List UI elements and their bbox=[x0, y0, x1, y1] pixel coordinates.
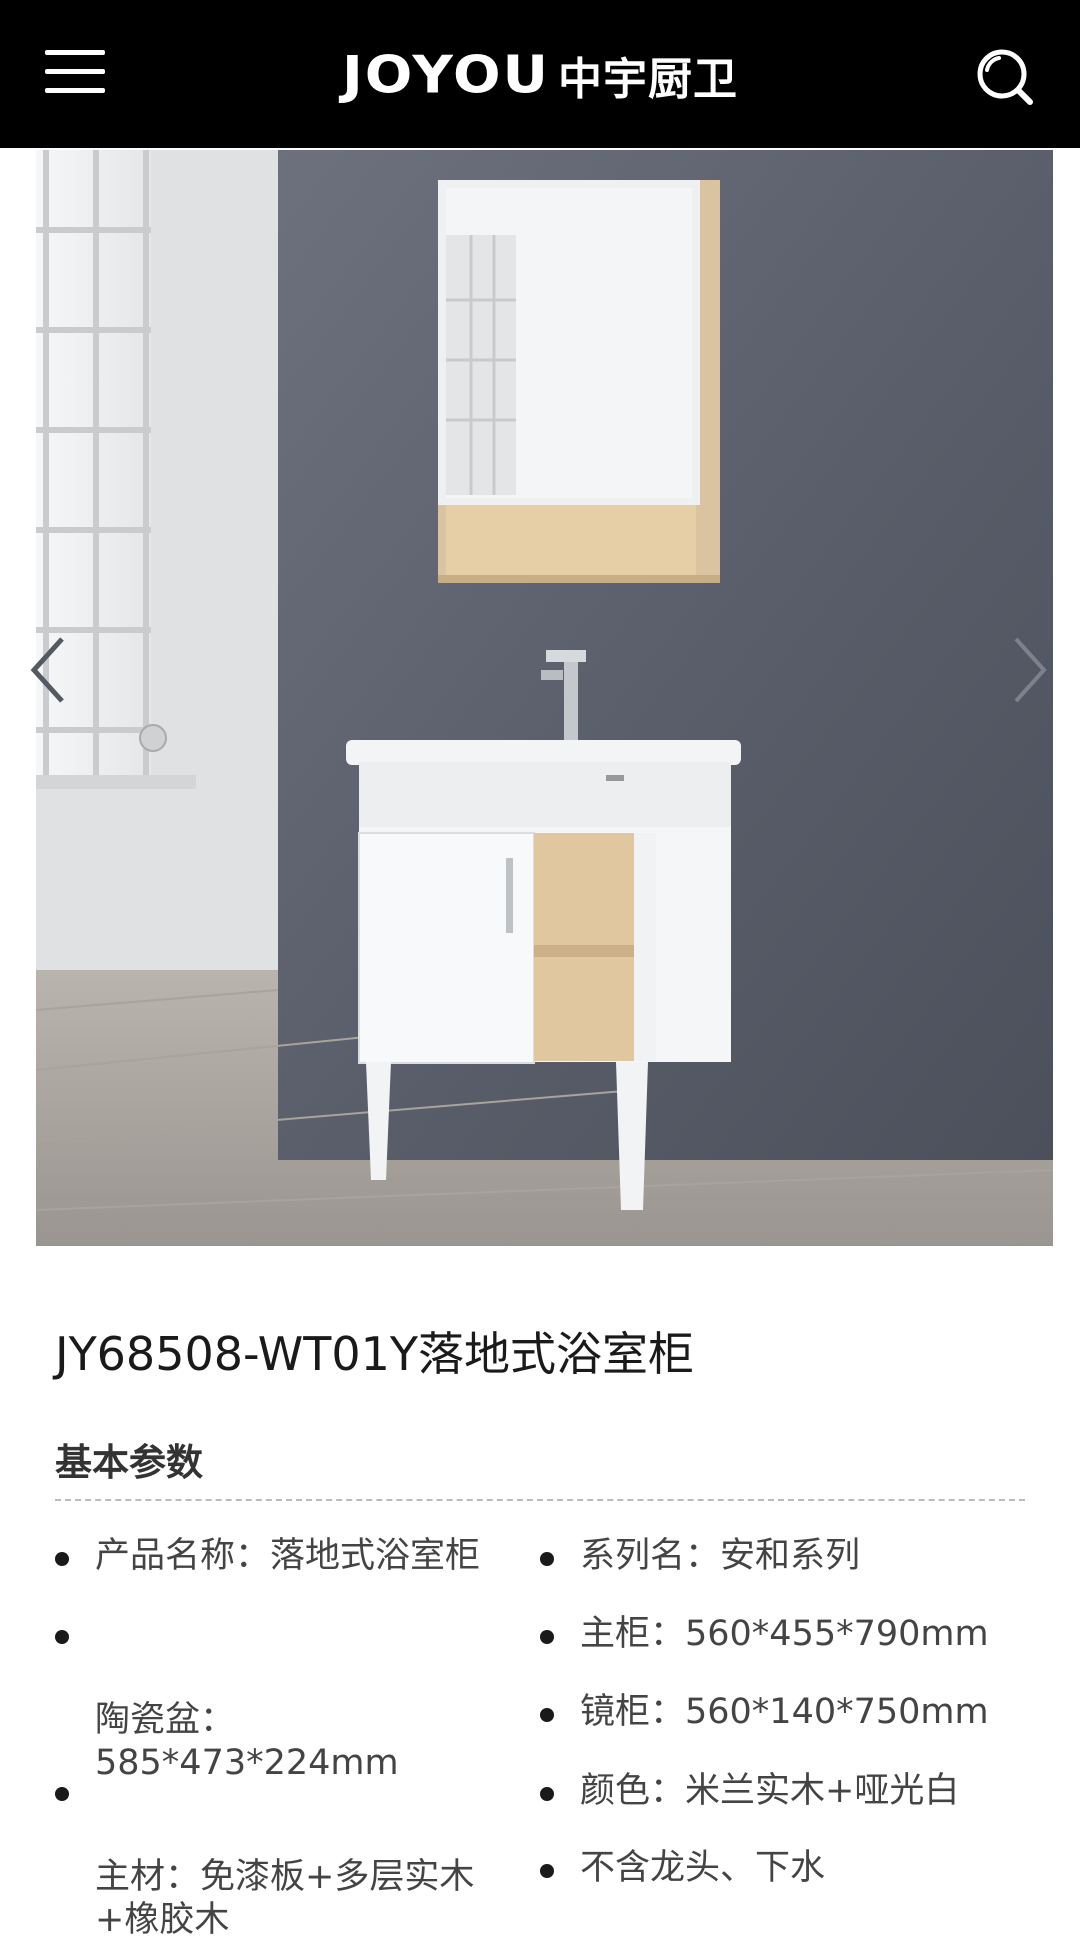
bullet-icon bbox=[540, 1552, 554, 1566]
specs-section-title: 基本参数 bbox=[55, 1441, 203, 1484]
section-divider bbox=[55, 1499, 1025, 1501]
spec-item: 颜色：米兰实木+哑光白 bbox=[540, 1770, 1080, 1813]
spec-item: 不含龙头、下水 bbox=[540, 1847, 1080, 1890]
bullet-icon bbox=[55, 1630, 69, 1644]
brand-name-cn: 中宇厨卫 bbox=[558, 54, 739, 105]
spec-text: 主柜：560*455*790mm bbox=[580, 1614, 989, 1654]
product-title: JY68508-WT01Y落地式浴室柜 bbox=[55, 1327, 694, 1381]
spec-item: 主柜：560*455*790mm bbox=[540, 1613, 1080, 1656]
top-nav-bar: JOYOU 中宇厨卫 bbox=[0, 0, 1080, 148]
bullet-icon bbox=[540, 1864, 554, 1878]
brand-logo[interactable]: JOYOU 中宇厨卫 bbox=[0, 40, 1080, 110]
spec-text: 颜色：米兰实木+哑光白 bbox=[580, 1771, 960, 1811]
spec-text: 主材：免漆板+多层实木 +橡胶木 bbox=[95, 1857, 475, 1940]
bullet-icon bbox=[540, 1708, 554, 1722]
brand-name: JOYOU bbox=[341, 45, 551, 105]
spec-item: 系列名：安和系列 bbox=[540, 1535, 1080, 1578]
spec-text: 不含龙头、下水 bbox=[580, 1848, 826, 1888]
spec-text: 镜柜：560*140*750mm bbox=[580, 1692, 989, 1732]
bullet-icon bbox=[540, 1787, 554, 1801]
bullet-icon bbox=[55, 1787, 69, 1801]
product-image[interactable] bbox=[36, 150, 1053, 1246]
bullet-icon bbox=[55, 1552, 69, 1566]
spec-text: 产品名称：落地式浴室柜 bbox=[95, 1536, 481, 1576]
chevron-right-icon[interactable] bbox=[1010, 635, 1050, 705]
spec-text: 系列名：安和系列 bbox=[580, 1536, 861, 1576]
bullet-icon bbox=[540, 1630, 554, 1644]
spec-item: 陶瓷盆： 585*473*224mm bbox=[55, 1613, 555, 1785]
spec-item: 镜柜：560*140*750mm bbox=[540, 1691, 1080, 1734]
chevron-left-icon[interactable] bbox=[28, 635, 68, 705]
spec-item: 产品名称：落地式浴室柜 bbox=[55, 1535, 555, 1578]
spec-item: 主材：免漆板+多层实木 +橡胶木 bbox=[55, 1770, 555, 1942]
search-icon[interactable] bbox=[975, 48, 1035, 106]
